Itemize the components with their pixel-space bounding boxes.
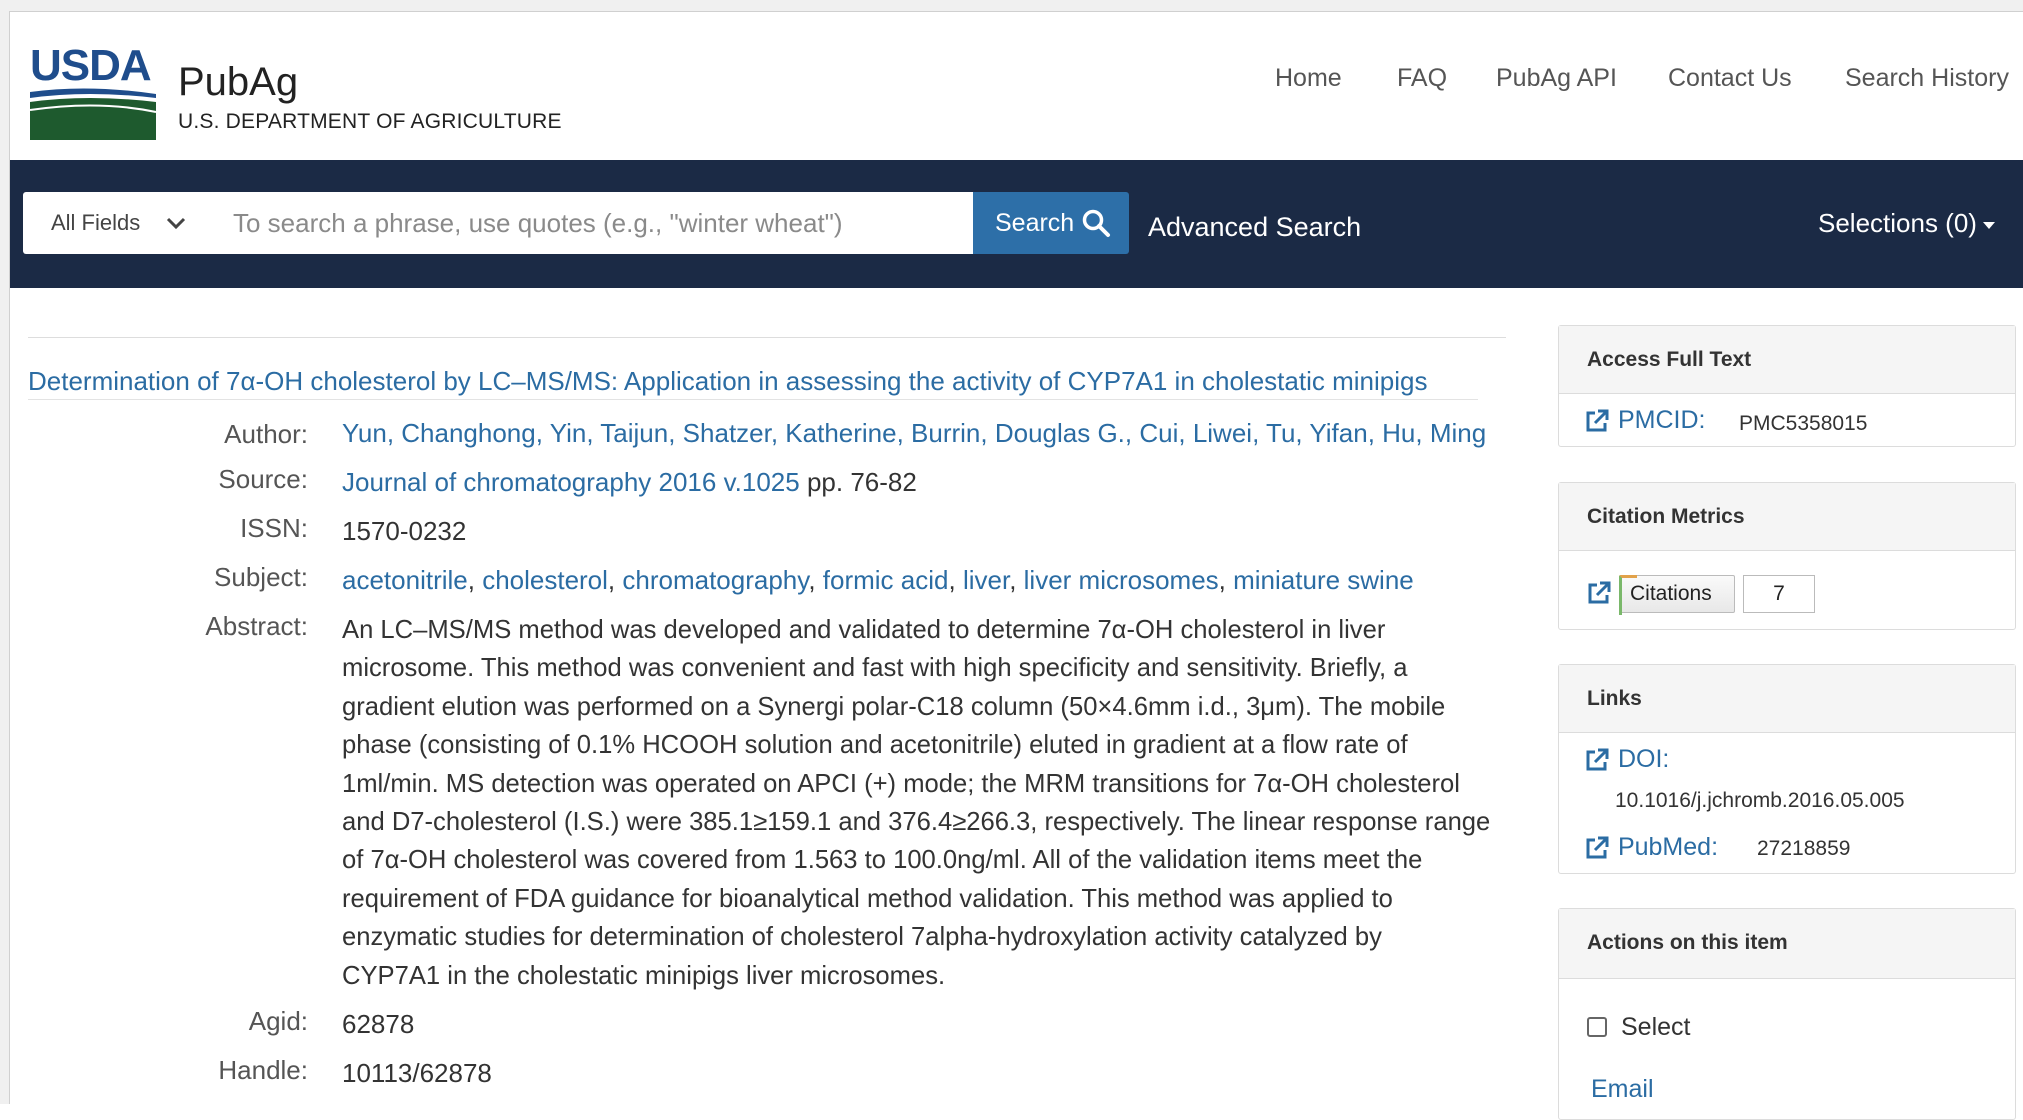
abstract-line: requirement of FDA guidance for bioanaly…	[342, 884, 1393, 913]
abstract-line: An LC–MS/MS method was developed and val…	[342, 616, 1386, 644]
selections-label: Selections (0)	[1818, 208, 1977, 238]
external-link-icon	[1586, 409, 1609, 432]
pmcid-label: PMCID:	[1617, 406, 1706, 434]
search-input[interactable]	[211, 192, 973, 254]
subject-link[interactable]: chromatography	[622, 565, 808, 595]
author-label-cell: Author:	[120, 415, 308, 453]
author-links[interactable]: Yun, Changhong, Yin, Taijun, Shatzer, Ka…	[342, 418, 1486, 448]
usda-logo-text: USDA	[30, 41, 151, 90]
search-bar: All Fields Search Advanced Search Select…	[10, 160, 2023, 288]
external-link-icon[interactable]	[1585, 579, 1613, 607]
actions-panel: Actions on this item Select Email	[1558, 908, 2016, 1120]
brand-name: PubAg	[178, 60, 299, 104]
select-checkbox[interactable]	[1587, 1017, 1607, 1037]
panel-heading: Links	[1559, 665, 2015, 733]
field-select-label: All Fields	[51, 210, 141, 235]
nav-pubag-api[interactable]: PubAg API	[1496, 64, 1617, 93]
abstract-line: phase (consisting of 0.1% HCOOH solution…	[342, 731, 1408, 760]
search-icon	[1082, 209, 1110, 237]
author-label: Author:	[224, 419, 308, 449]
abstract-line: enzymatic studies for determination of c…	[342, 923, 1382, 952]
abstract-label: Abstract:	[205, 611, 308, 641]
handle-value: 10113/62878	[342, 1058, 492, 1088]
links-panel: Links DOI: 10.1016/j.jchromb.2016.05.005…	[1558, 664, 2016, 874]
pubmed-link[interactable]: PubMed:	[1583, 833, 1718, 862]
advanced-search-link[interactable]: Advanced Search	[1148, 212, 1361, 243]
subject-link[interactable]: acetonitrile	[342, 565, 468, 595]
nav-search-history[interactable]: Search History	[1845, 64, 2009, 93]
issn-label-cell: ISSN:	[120, 513, 308, 551]
subject-link[interactable]: liver microsomes	[1024, 565, 1219, 595]
citations-badge[interactable]: Citations	[1619, 575, 1735, 615]
record-title-link[interactable]: Determination of 7α-OH cholesterol by LC…	[28, 366, 1427, 397]
usda-logo-icon: USDA	[29, 41, 157, 140]
doi-label: DOI:	[1617, 745, 1670, 773]
panel-heading: Actions on this item	[1559, 909, 2015, 979]
abstract-line: microsome. This method was convenient an…	[342, 654, 1408, 683]
panel-heading: Access Full Text	[1559, 326, 2015, 394]
handle-label-cell: Handle:	[120, 1055, 308, 1093]
caret-down-icon	[1982, 221, 1995, 229]
agid-label-cell: Agid:	[120, 1006, 308, 1044]
pubmed-value: 27218859	[1757, 837, 1851, 860]
pubmed-label: PubMed:	[1617, 833, 1719, 861]
abstract-text: An LC–MS/MS method was developed and val…	[342, 611, 1502, 995]
abstract-line: CYP7A1 in the cholestatic minipigs liver…	[342, 961, 946, 990]
brand-subtitle: U.S. DEPARTMENT OF AGRICULTURE	[178, 110, 562, 133]
doi-value: 10.1016/j.jchromb.2016.05.005	[1615, 789, 1905, 812]
issn-value: 1570-0232	[342, 516, 467, 546]
source-label: Source:	[218, 464, 308, 494]
abstract-line: and D7-cholesterol (I.S.) were 385.1≥159…	[342, 808, 1491, 837]
field-select-dropdown[interactable]: All Fields	[23, 192, 212, 254]
subject-link[interactable]: liver	[963, 565, 1009, 595]
citations-badge-label: Citations	[1630, 582, 1712, 605]
agid-label: Agid:	[248, 1006, 308, 1036]
site-header: USDA PubAg U.S. DEPARTMENT OF AGRICULTUR…	[10, 12, 2023, 160]
panel-heading: Citation Metrics	[1559, 483, 2015, 551]
abstract-line: 1ml/min. MS detection was operated on AP…	[342, 769, 1460, 798]
abstract-label-cell: Abstract:	[120, 611, 308, 649]
issn-label: ISSN:	[240, 513, 308, 543]
nav-home[interactable]: Home	[1275, 64, 1342, 93]
subject-link[interactable]: cholesterol	[482, 565, 608, 595]
altmetric-icon	[1619, 575, 1637, 615]
subject-link[interactable]: miniature swine	[1233, 565, 1414, 595]
subject-value: acetonitrile, cholesterol, chromatograph…	[342, 565, 1414, 595]
search-button-label: Search	[995, 208, 1075, 237]
usda-logo[interactable]: USDA	[28, 40, 158, 140]
subject-label: Subject:	[214, 562, 308, 592]
nav-contact-us[interactable]: Contact Us	[1668, 64, 1792, 93]
citation-metrics-panel: Citation Metrics Citations 7	[1558, 482, 2016, 630]
subject-link[interactable]: formic acid	[823, 565, 949, 595]
window-frame-left	[0, 11, 10, 1104]
citations-count: 7	[1743, 575, 1815, 613]
abstract-line: gradient elution was performed on a Syne…	[342, 692, 1446, 721]
divider	[28, 337, 1506, 338]
selections-dropdown[interactable]: Selections (0)	[1818, 208, 1995, 239]
handle-label: Handle:	[218, 1055, 308, 1085]
subject-label-cell: Subject:	[120, 562, 308, 600]
title-divider	[28, 399, 1478, 400]
select-label: Select	[1621, 1013, 1691, 1041]
pmcid-link[interactable]: PMCID:	[1583, 406, 1705, 435]
abstract-line: of 7α-OH cholesterol was covered from 1.…	[342, 846, 1423, 875]
email-link[interactable]: Email	[1591, 1075, 1654, 1104]
source-value: Journal of chromatography 2016 v.1025 pp…	[342, 467, 917, 498]
external-link-icon	[1586, 748, 1609, 771]
source-pages: pp. 76-82	[806, 467, 917, 497]
author-value: Yun, Changhong, Yin, Taijun, Shatzer, Ka…	[342, 418, 1486, 449]
pmcid-value: PMC5358015	[1739, 412, 1868, 435]
nav-faq[interactable]: FAQ	[1397, 64, 1447, 93]
external-link-icon	[1586, 836, 1609, 859]
chevron-down-icon	[166, 217, 186, 230]
agid-value: 62878	[342, 1009, 415, 1039]
window-frame-top	[0, 0, 2023, 12]
source-journal-link[interactable]: Journal of chromatography 2016 v.1025	[342, 467, 800, 497]
doi-link[interactable]: DOI:	[1583, 745, 1669, 774]
search-button[interactable]: Search	[973, 192, 1129, 254]
access-full-text-panel: Access Full Text PMCID: PMC5358015	[1558, 325, 2016, 447]
source-label-cell: Source:	[120, 464, 308, 502]
